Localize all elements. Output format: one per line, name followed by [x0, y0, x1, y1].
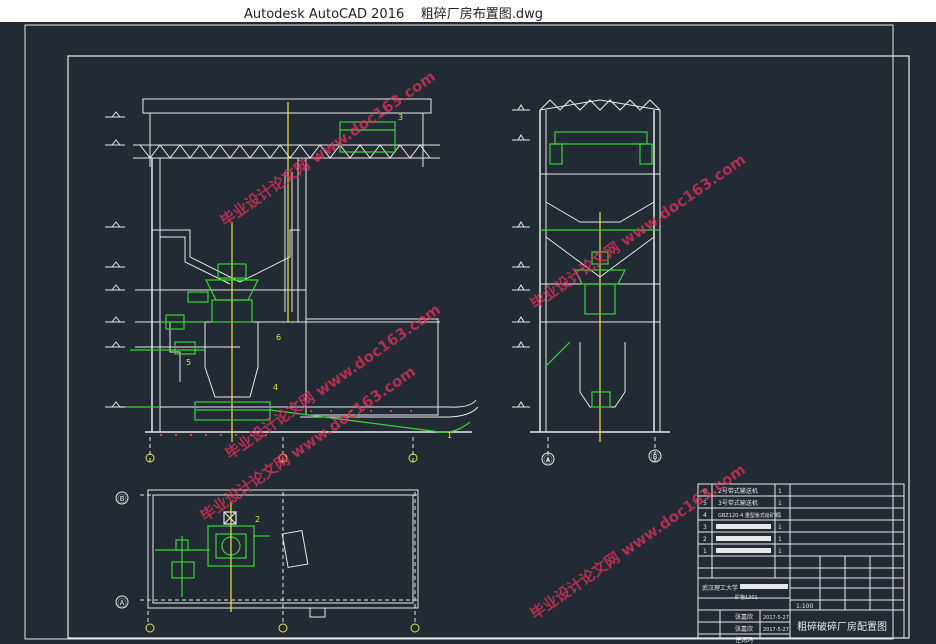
window-title: Autodesk AutoCAD 2016 粗碎厂房布置图.dwg — [244, 3, 543, 22]
callout-4: 4 — [273, 383, 278, 392]
part-name-redacted — [716, 548, 771, 553]
part-qty: 1 — [778, 500, 782, 507]
watermark-text: 毕业设计论文网 www.doc163.com — [527, 150, 749, 313]
drawing-canvas[interactable]: Ⓐ Ⓑ Ⓑ Ⓐ 3 4 5 6 1 2 6 2号带式输送机 1 5 3号带式输送… — [0, 22, 936, 644]
title-block — [697, 483, 905, 639]
left-equipment — [120, 102, 471, 442]
drawing-title: 粗碎破碎厂房配置图 — [797, 620, 887, 633]
date-checked: 2017-5-27 — [763, 627, 789, 633]
part-no: 2 — [703, 536, 707, 543]
window-titlebar: Autodesk AutoCAD 2016 粗碎厂房布置图.dwg — [0, 0, 936, 22]
plan-grid-bubbles — [115, 491, 420, 633]
watermark-layer: 毕业设计论文网 www.doc163.com 毕业设计论文网 www.doc16… — [197, 67, 749, 623]
left-elevation-marks — [105, 111, 125, 408]
part-qty: 1 — [778, 524, 782, 531]
part-qty: 1 — [778, 536, 782, 543]
callout-2: 2 — [255, 515, 260, 524]
drawing-svg: Ⓐ Ⓑ Ⓑ Ⓐ 3 4 5 6 1 2 6 2号带式输送机 1 5 3号带式输送… — [24, 24, 910, 644]
part-no: 3 — [703, 524, 707, 531]
callout-5: 5 — [186, 358, 191, 367]
drawing-scale: 1:100 — [796, 603, 813, 610]
part-name: GBZ120-4 重型板式给矿机 — [718, 512, 780, 519]
part-no: 4 — [703, 512, 707, 519]
school-redacted — [740, 584, 788, 589]
checked-by: 张嘉欣 — [735, 625, 753, 633]
school-name: 武汉理工大学 — [702, 584, 738, 592]
grid-label-a-right: Ⓐ — [543, 455, 552, 466]
grid-label-a-plan: Ⓐ — [117, 598, 126, 609]
callout-1: 1 — [447, 431, 452, 440]
watermark-text: 毕业设计论文网 www.doc163.com — [527, 460, 749, 623]
part-qty: 1 — [778, 512, 782, 519]
drawn-by: 张嘉欣 — [735, 613, 753, 621]
callout-3: 3 — [398, 113, 403, 122]
outer-frame — [24, 24, 894, 640]
part-name: 3号带式输送机 — [718, 499, 758, 507]
grid-label-b-right: Ⓑ — [650, 452, 659, 463]
dept-name: 矿物1301 — [735, 594, 758, 601]
app-title: Autodesk AutoCAD 2016 — [244, 7, 405, 22]
part-qty: 1 — [778, 548, 782, 555]
grid-label-b-plan: Ⓑ — [117, 494, 126, 505]
title-block-text: 武汉理工大学 矿物1301 张嘉欣 2017-5-27 张嘉欣 2017-5-2… — [702, 584, 887, 644]
approved-by: 任润玛 — [735, 636, 753, 644]
part-qty: 1 — [778, 488, 782, 495]
right-grid-bubbles — [541, 449, 662, 466]
right-elevation-marks — [512, 104, 530, 408]
callout-6: 6 — [276, 333, 281, 342]
watermark-text: 毕业设计论文网 www.doc163.com — [217, 67, 439, 230]
part-name-redacted — [716, 536, 771, 541]
part-name-redacted — [716, 524, 771, 529]
file-name: 粗碎厂房布置图.dwg — [420, 7, 544, 22]
part-no: 1 — [703, 548, 707, 555]
date-drawn: 2017-5-27 — [763, 615, 789, 621]
